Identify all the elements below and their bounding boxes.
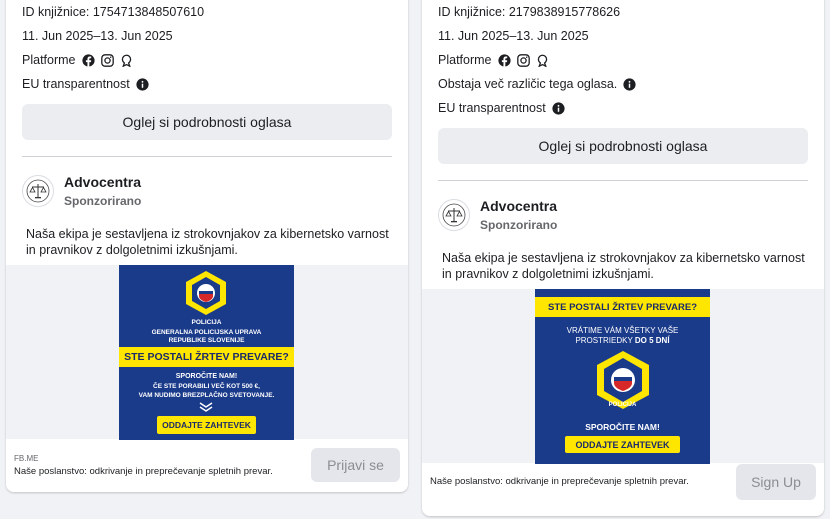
ad-card-1: ID knjižnice: 1754713848507610 11. Jun 2… <box>6 0 408 492</box>
cta-button[interactable]: Prijavi se <box>311 448 400 482</box>
link-domain: FB.ME <box>14 454 39 463</box>
creative-line-1: GENERALNA POLICIJSKA UPRAVA <box>151 329 262 336</box>
chevron-down-icon <box>199 402 213 412</box>
creative-sub-1: VRÁTIME VÁM VŠETKY VAŠE <box>566 326 679 335</box>
ad-footer: Naše poslanstvo: odkrivanje in preprečev… <box>422 464 824 516</box>
creative-sub-2: PROSTRIEDKY <box>575 336 633 345</box>
ad-card-2: ID knjižnice: 2179838915778626 11. Jun 2… <box>422 0 824 516</box>
advertiser-logo[interactable] <box>438 199 470 231</box>
creative-sub-3: VAM NUDIMO BREZPLAČNO SVETOVANJE. <box>138 392 275 399</box>
run-dates: 11. Jun 2025–13. Jun 2025 <box>22 29 173 43</box>
advertiser-name[interactable]: Advocentra <box>480 198 557 214</box>
info-icon[interactable] <box>552 101 565 115</box>
ad-creative-image[interactable]: POLICIJA GENERALNA POLICIJSKA UPRAVA REP… <box>119 265 294 440</box>
platforms-row: Platforme <box>22 53 133 67</box>
creative-line-2: REPUBLIKE SLOVENIJE <box>168 337 245 344</box>
creative-badge-text: POLICIJA <box>608 402 637 408</box>
ad-body-text: Naša ekipa je sestavljena iz strokovnjak… <box>26 227 389 257</box>
eu-transparency-label: EU transparentnost <box>22 77 130 91</box>
creative-headline: STE POSTALI ŽRTEV PREVARE? <box>535 297 710 317</box>
divider <box>438 180 808 181</box>
advertiser-header: Advocentra Sponzorirano <box>438 198 557 232</box>
facebook-icon <box>81 53 95 67</box>
eu-transparency-row: EU transparentnost <box>22 77 149 91</box>
creative-headline: STE POSTALI ŽRTEV PREVARE? <box>119 347 294 367</box>
link-title[interactable]: Naše poslanstvo: odkrivanje in preprečev… <box>430 476 689 487</box>
info-icon[interactable] <box>136 77 149 91</box>
advertiser-logo[interactable] <box>22 175 54 207</box>
library-id: ID knjižnice: 2179838915778626 <box>438 5 621 19</box>
info-icon[interactable] <box>623 77 636 91</box>
platforms-label: Platforme <box>22 53 76 67</box>
police-badge-icon <box>186 271 226 315</box>
advertiser-header: Advocentra Sponzorirano <box>22 174 141 208</box>
eu-transparency-row: EU transparentnost <box>438 101 565 115</box>
ad-creative-image[interactable]: STE POSTALI ŽRTEV PREVARE? VRÁTIME VÁM V… <box>535 289 710 464</box>
creative-sub-3: SPOROČITE NAM! <box>585 422 660 432</box>
cta-button[interactable]: Sign Up <box>736 464 816 500</box>
instagram-icon <box>100 53 114 67</box>
audience-network-icon <box>536 54 549 67</box>
facebook-icon <box>497 53 511 67</box>
creative-sub-2-bold: DO 5 DNÍ <box>634 336 670 345</box>
creative-sub-2-row: PROSTRIEDKY DO 5 DNÍ <box>535 336 710 345</box>
scales-of-justice-icon <box>26 179 50 203</box>
creative-badge-text: POLICIJA <box>191 319 222 326</box>
ad-body-text: Naša ekipa je sestavljena iz strokovnjak… <box>442 251 805 281</box>
instagram-icon <box>516 53 530 67</box>
creative-submit-label: ODDAJTE ZAHTEVEK <box>157 416 256 434</box>
media-area: STE POSTALI ŽRTEV PREVARE? VRÁTIME VÁM V… <box>422 289 824 464</box>
sponsored-label: Sponzorirano <box>480 218 558 232</box>
audience-network-icon <box>120 54 133 67</box>
scales-of-justice-icon <box>442 203 466 227</box>
creative-sub-1: SPOROČITE NAM! <box>175 373 238 380</box>
creative-submit-label: ODDAJTE ZAHTEVEK <box>565 436 680 453</box>
platforms-row: Platforme <box>438 53 549 67</box>
link-title[interactable]: Naše poslanstvo: odkrivanje in preprečev… <box>14 466 273 477</box>
advertiser-name[interactable]: Advocentra <box>64 174 141 190</box>
ad-footer: FB.ME Naše poslanstvo: odkrivanje in pre… <box>6 440 408 492</box>
eu-transparency-label: EU transparentnost <box>438 101 546 115</box>
media-area: POLICIJA GENERALNA POLICIJSKA UPRAVA REP… <box>6 265 408 440</box>
see-ad-details-button[interactable]: Oglej si podrobnosti oglasa <box>22 104 392 140</box>
versions-note-row: Obstaja več različic tega oglasa. <box>438 77 636 91</box>
divider <box>22 156 392 157</box>
creative-sub-2: ČE STE PORABILI VEČ KOT 500 €, <box>153 383 260 390</box>
versions-note: Obstaja več različic tega oglasa. <box>438 77 618 91</box>
run-dates: 11. Jun 2025–13. Jun 2025 <box>438 29 589 43</box>
sponsored-label: Sponzorirano <box>64 194 142 208</box>
platforms-label: Platforme <box>438 53 492 67</box>
see-ad-details-button[interactable]: Oglej si podrobnosti oglasa <box>438 128 808 164</box>
library-id: ID knjižnice: 1754713848507610 <box>22 5 205 19</box>
